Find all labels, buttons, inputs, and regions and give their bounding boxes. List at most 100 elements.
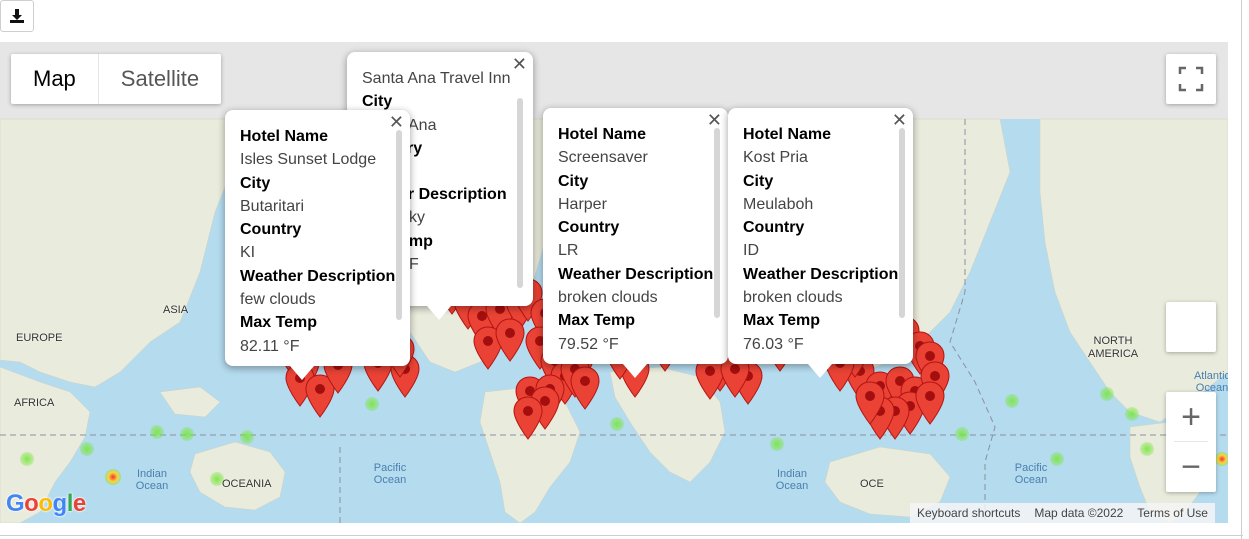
heat-point	[1125, 407, 1139, 421]
weather-value: broken clouds	[558, 289, 658, 307]
weather-label: Weather Description	[743, 265, 899, 283]
heat-point	[610, 417, 624, 431]
info-window-tail	[808, 364, 832, 378]
heat-point	[1005, 394, 1019, 408]
hotel-name-value: Kost Pria	[743, 149, 808, 167]
map-marker[interactable]	[855, 381, 885, 425]
close-icon[interactable]: ✕	[389, 112, 404, 132]
map-type-control: Map Satellite	[11, 54, 222, 104]
info-window-scrollbar[interactable]	[517, 98, 523, 288]
heat-point	[180, 427, 194, 441]
terms-link[interactable]: Terms of Use	[1130, 506, 1215, 520]
temp-label: Max Temp	[743, 312, 821, 330]
weather-label: Weather Description	[558, 265, 714, 283]
country-value: LR	[558, 242, 579, 260]
country-label: Country	[558, 219, 620, 237]
heat-point	[955, 427, 969, 441]
fullscreen-icon	[1178, 66, 1204, 92]
city-label: City	[240, 174, 271, 192]
heat-point	[20, 452, 34, 466]
heat-point	[150, 425, 164, 439]
close-icon[interactable]: ✕	[892, 110, 907, 130]
hotel-name-label: Hotel Name	[558, 126, 647, 143]
weather-value: broken clouds	[743, 289, 843, 307]
temp-value: 79.52 °F	[558, 335, 619, 353]
map-marker[interactable]	[915, 381, 945, 425]
info-window-content: Hotel Name Kost Pria City Meulaboh Count…	[743, 123, 898, 356]
info-window: Hotel Name Kost Pria City Meulaboh Count…	[728, 108, 913, 378]
weather-value: few clouds	[240, 291, 316, 309]
region-label-north-america: NORTH AMERICA	[1088, 335, 1139, 360]
heat-point	[80, 442, 94, 456]
heat-point	[240, 430, 254, 444]
zoom-in-button[interactable]: +	[1166, 392, 1216, 442]
frame-border-bottom	[0, 535, 1243, 536]
temp-value: 82.11 °F	[240, 337, 300, 355]
country-value: KI	[240, 244, 256, 262]
zoom-out-button[interactable]: −	[1166, 442, 1216, 492]
map-type-map-button[interactable]: Map	[11, 54, 98, 104]
temp-label: Max Temp	[240, 314, 318, 332]
info-window-scrollbar[interactable]	[899, 128, 905, 318]
info-window-content: Hotel Name Isles Sunset Lodge City Butar…	[240, 125, 395, 358]
info-window: Hotel Name Isles Sunset Lodge City Butar…	[225, 110, 410, 380]
download-button[interactable]	[0, 0, 34, 32]
country-label: Country	[240, 221, 302, 239]
country-label: Country	[743, 219, 805, 237]
ocean-label: Pacific Ocean	[1014, 462, 1048, 486]
temp-label: Max Temp	[558, 312, 636, 330]
ocean-label: Indian Ocean	[775, 468, 809, 492]
hotel-name-value: Isles Sunset Lodge	[240, 151, 377, 169]
hotel-name-value: Santa Ana Travel Inn	[362, 70, 511, 87]
ocean-label: Pacific Ocean	[373, 462, 407, 486]
city-label: City	[743, 172, 774, 190]
region-label-oceania-right: OCE	[860, 478, 884, 490]
region-label-europe: EUROPE	[16, 332, 63, 344]
heat-point	[1215, 452, 1228, 466]
hotel-name-label: Hotel Name	[743, 126, 832, 143]
hotel-name-label: Hotel Name	[240, 128, 329, 145]
frame-border-right	[1241, 0, 1242, 539]
heat-point	[1100, 387, 1114, 401]
country-value: ID	[743, 242, 759, 260]
city-value: Butaritari	[240, 197, 305, 215]
info-window-tail	[290, 366, 314, 380]
fullscreen-button[interactable]	[1166, 54, 1216, 104]
pegman-button[interactable]	[1166, 302, 1216, 352]
region-label-asia: ASIA	[163, 304, 189, 316]
heat-point	[365, 397, 379, 411]
ocean-label: Atlantic Ocean	[1193, 370, 1228, 394]
region-label-oceania: OCEANIA	[222, 478, 272, 490]
info-window-scrollbar[interactable]	[714, 128, 720, 318]
ocean-label: Indian Ocean	[135, 468, 169, 492]
close-icon[interactable]: ✕	[512, 54, 527, 74]
map-marker[interactable]	[570, 366, 600, 410]
info-window-scrollbar[interactable]	[396, 130, 402, 320]
google-logo[interactable]: Google	[6, 490, 86, 518]
city-value: Harper	[558, 195, 607, 213]
info-window-tail	[427, 306, 451, 320]
map-marker[interactable]	[495, 318, 525, 362]
info-window: Hotel Name Screensaver City Harper Count…	[543, 108, 728, 378]
keyboard-shortcuts-link[interactable]: Keyboard shortcuts	[910, 506, 1027, 520]
region-label-africa: AFRICA	[14, 397, 55, 409]
heat-point	[1050, 452, 1064, 466]
map-type-satellite-button[interactable]: Satellite	[99, 54, 221, 104]
temp-value: 76.03 °F	[743, 335, 804, 353]
download-icon	[10, 9, 24, 23]
heat-point	[105, 469, 121, 485]
attribution-bar: Keyboard shortcuts Map data ©2022 Terms …	[910, 503, 1215, 523]
map-marker[interactable]	[513, 396, 543, 440]
map-data-text: Map data ©2022	[1034, 506, 1124, 520]
heat-point	[770, 437, 784, 451]
zoom-divider	[1174, 441, 1208, 442]
heat-point	[1140, 442, 1154, 456]
city-label: City	[558, 172, 589, 190]
info-window-tail	[623, 364, 647, 378]
hotel-name-value: Screensaver	[558, 149, 648, 167]
city-value: Meulaboh	[743, 195, 814, 213]
zoom-control: + −	[1166, 392, 1216, 492]
info-window-content: Hotel Name Screensaver City Harper Count…	[558, 123, 713, 356]
weather-label: Weather Description	[240, 267, 396, 285]
close-icon[interactable]: ✕	[707, 110, 722, 130]
